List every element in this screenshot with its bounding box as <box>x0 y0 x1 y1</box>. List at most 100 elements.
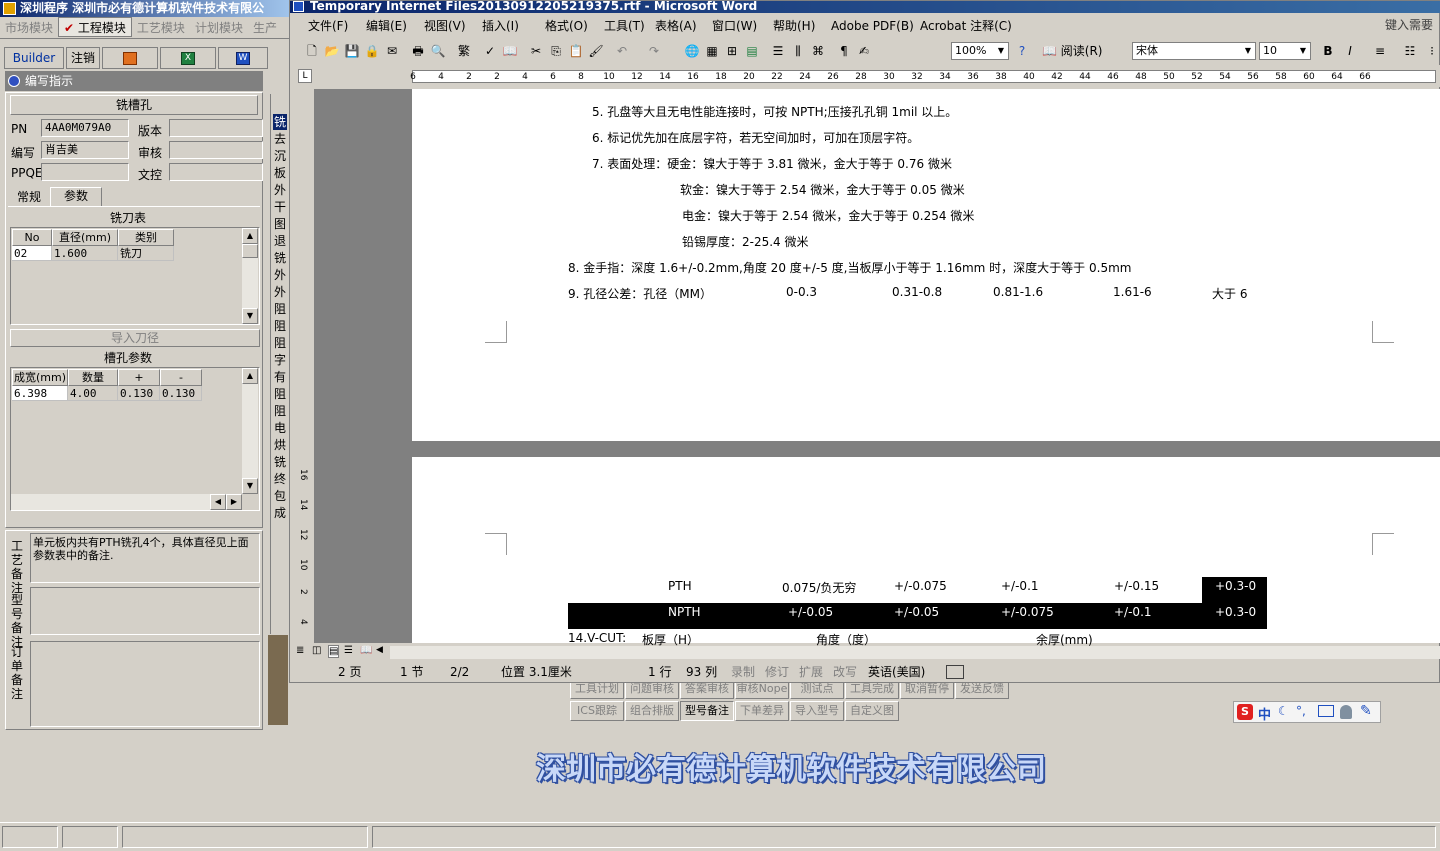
bullets-icon[interactable]: ⁝ <box>1424 43 1440 59</box>
step-item[interactable]: 阻 <box>273 318 287 334</box>
ime-toolbar[interactable]: S 中 ☾ °, ✎ <box>1233 701 1381 723</box>
wrench-icon[interactable]: ✎ <box>1360 703 1372 719</box>
pn-field[interactable]: 4AA0M079A0 <box>41 119 129 137</box>
help-icon[interactable]: ? <box>1014 43 1030 59</box>
tab-production-module[interactable]: 生产 <box>248 18 282 38</box>
spelling-icon[interactable]: ✓ <box>482 43 498 59</box>
columns-icon[interactable]: ☰ <box>770 43 786 59</box>
step-item[interactable]: 干 <box>273 199 287 215</box>
model-note-field[interactable] <box>30 587 260 635</box>
tab-general[interactable]: 常规 <box>8 189 50 206</box>
font-size-select[interactable]: 10 ▼ <box>1259 42 1311 60</box>
step-item[interactable]: 字 <box>273 352 287 368</box>
bottom-action-button[interactable]: 自定义图 <box>845 701 899 721</box>
step-item[interactable]: 阻 <box>273 403 287 419</box>
step-item[interactable]: 铣 <box>273 114 287 130</box>
read-mode-button[interactable]: 📖 阅读(R) <box>1042 42 1102 60</box>
step-item[interactable]: 外 <box>273 284 287 300</box>
bottom-action-button[interactable]: 导入型号 <box>790 701 844 721</box>
step-item[interactable]: 阻 <box>273 335 287 351</box>
bold-icon[interactable]: B <box>1320 43 1336 59</box>
powerpoint-button[interactable] <box>102 47 158 69</box>
menu-item[interactable]: 视图(V) <box>424 18 466 34</box>
menu-item[interactable]: 工具(T) <box>604 18 645 34</box>
step-item[interactable]: 铣 <box>273 454 287 470</box>
horizontal-ruler[interactable]: L 6 4 2 2 4 6 8 10 12 14 16 18 20 22 24 26 28 30 32 34 36 38 4… <box>290 65 1440 87</box>
ppqe-field[interactable] <box>41 163 129 181</box>
step-item[interactable]: 阻 <box>273 301 287 317</box>
status-rec[interactable]: 录制 <box>731 665 755 679</box>
open-folder-icon[interactable]: 📂 <box>324 43 340 59</box>
mill-cell-diameter[interactable]: 1.600 <box>52 246 118 261</box>
step-item[interactable]: 外 <box>273 267 287 283</box>
slot-cell-plus[interactable]: 0.130 <box>118 386 160 401</box>
italic-icon[interactable]: I <box>1342 43 1358 59</box>
review-field[interactable] <box>169 141 263 159</box>
step-item[interactable]: 烘 <box>273 437 287 453</box>
show-hide-icon[interactable]: ¶ <box>836 43 852 59</box>
menu-item[interactable]: 插入(I) <box>482 18 519 34</box>
bottom-action-button[interactable]: ICS跟踪 <box>570 701 624 721</box>
status-language[interactable]: 英语(美国) <box>868 665 925 679</box>
step-item[interactable]: 包 <box>273 488 287 504</box>
status-ovr[interactable]: 改写 <box>833 665 857 679</box>
scroll-left-icon[interactable]: ◀ <box>376 645 383 655</box>
scroll-thumb[interactable] <box>242 244 258 258</box>
keyboard-icon[interactable] <box>1318 705 1334 717</box>
sogou-icon[interactable]: S <box>1237 704 1253 720</box>
builder-button[interactable]: Builder <box>4 47 64 69</box>
tab-process-module[interactable]: 工艺模块 <box>132 18 190 38</box>
mill-cell-type[interactable]: 铣刀 <box>118 246 174 261</box>
moon-icon[interactable]: ☾ <box>1278 704 1289 718</box>
writer-field[interactable]: 肖吉美 <box>41 141 129 159</box>
new-document-icon[interactable]: 🗋 <box>304 43 320 59</box>
scroll-right-icon[interactable]: ▶ <box>226 494 242 510</box>
tab-plan-module[interactable]: 计划模块 <box>190 18 248 38</box>
menu-item[interactable]: 文件(F) <box>308 18 348 34</box>
step-item[interactable]: 退 <box>273 233 287 249</box>
bottom-action-button[interactable]: 下单差异 <box>735 701 789 721</box>
print-view-icon[interactable]: ▤ <box>328 645 340 658</box>
align-icon[interactable]: ≡ <box>1372 43 1388 59</box>
insert-table-icon[interactable]: ⊞ <box>724 43 740 59</box>
tab-stop-icon[interactable]: L <box>298 69 312 83</box>
user-icon[interactable] <box>1340 705 1352 719</box>
menu-item[interactable]: Adobe PDF(B) <box>831 18 914 34</box>
spelling-status-icon[interactable] <box>946 665 964 679</box>
mill-table-scrollbar[interactable]: ▲ ▼ <box>242 228 258 324</box>
punct-icon[interactable]: °, <box>1296 704 1306 718</box>
slot-cell-width[interactable]: 6.398 <box>12 386 68 401</box>
web-view-icon[interactable]: ◫ <box>312 645 321 656</box>
menu-item[interactable]: 编辑(E) <box>366 18 407 34</box>
step-item[interactable]: 阻 <box>273 386 287 402</box>
save-icon[interactable]: 💾 <box>344 43 360 59</box>
tab-engineering-module[interactable]: ✔ 工程模块 <box>58 17 132 37</box>
cut-icon[interactable]: ✂ <box>528 43 544 59</box>
step-item[interactable]: 有 <box>273 369 287 385</box>
step-item[interactable]: 沉 <box>273 148 287 164</box>
bottom-action-button[interactable]: 组合排版 <box>625 701 679 721</box>
scroll-down-icon[interactable]: ▼ <box>242 478 258 494</box>
scroll-down-icon[interactable]: ▼ <box>242 308 258 324</box>
hyperlink-icon[interactable]: 🌐 <box>684 43 700 59</box>
zoom-select[interactable]: 100% ▼ <box>951 42 1009 60</box>
order-note-field[interactable] <box>30 641 260 727</box>
format-painter-icon[interactable]: 🖌 <box>588 43 604 59</box>
logout-button[interactable]: 注销 <box>66 47 100 69</box>
slot-table-hscrollbar[interactable]: ▶ ◀ <box>11 494 242 510</box>
status-ext[interactable]: 扩展 <box>799 665 823 679</box>
import-tool-diameter-button[interactable]: 导入刀径 <box>10 329 260 347</box>
slot-table-vscrollbar[interactable]: ▲ ▼ <box>242 368 258 494</box>
tab-params[interactable]: 参数 <box>50 187 102 206</box>
step-item[interactable]: 铣 <box>273 250 287 266</box>
insert-excel-icon[interactable]: ▤ <box>744 43 760 59</box>
step-item[interactable]: 终 <box>273 471 287 487</box>
word-hscrollbar[interactable]: ≣ ◫ ▤ ☰ 📖 ◀ <box>290 645 1440 660</box>
bottom-action-button[interactable]: 型号备注 <box>680 701 734 721</box>
step-item[interactable]: 电 <box>273 420 287 436</box>
trad-chinese-icon[interactable]: 繁 <box>456 43 472 59</box>
slot-cell-minus[interactable]: 0.130 <box>160 386 202 401</box>
tab-market-module[interactable]: 市场模块 <box>0 18 58 38</box>
undo-icon[interactable]: ↶ <box>614 43 630 59</box>
menu-item[interactable]: 窗口(W) <box>712 18 757 34</box>
